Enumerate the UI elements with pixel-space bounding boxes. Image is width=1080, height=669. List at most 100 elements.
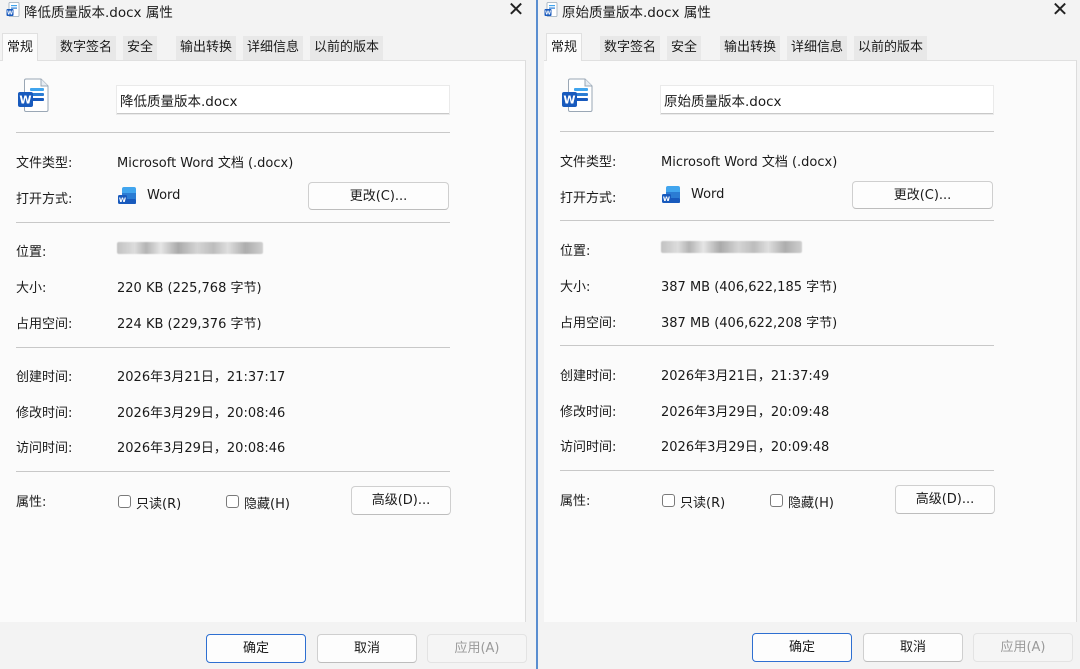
tab-general[interactable]: 常规 xyxy=(2,33,39,61)
tab-bar: 常规 数字签名 安全 输出转换 详细信息 以前的版本 xyxy=(544,33,1080,61)
hidden-checkbox[interactable] xyxy=(770,494,783,507)
file-type-label: 文件类型: xyxy=(16,156,73,171)
tab-digital-signatures[interactable]: 数字签名 xyxy=(56,36,117,60)
created-value: 2026年3月21日，21:37:49 xyxy=(661,369,830,384)
size-on-disk-value: 224 KB (229,376 字节) xyxy=(117,317,262,332)
svg-text:W: W xyxy=(663,195,670,203)
size-value: 220 KB (225,768 字节) xyxy=(117,281,262,296)
created-label: 创建时间: xyxy=(16,370,73,385)
modified-value: 2026年3月29日，20:09:48 xyxy=(661,405,830,420)
properties-dialog-left: W 降低质量版本.docx 属性 ✕ 常规 数字签名 安全 输出转换 详细信息 … xyxy=(0,0,536,669)
modified-value: 2026年3月29日，20:08:46 xyxy=(117,406,286,421)
attributes-label: 属性: xyxy=(560,494,591,509)
title-bar: W 原始质量版本.docx 属性 ✕ xyxy=(538,0,1080,22)
properties-dialog-right: W 原始质量版本.docx 属性 ✕ 常规 数字签名 安全 输出转换 详细信息 … xyxy=(538,0,1080,669)
svg-text:W: W xyxy=(545,11,551,17)
tab-bar: 常规 数字签名 安全 输出转换 详细信息 以前的版本 xyxy=(0,33,536,61)
open-with-label: 打开方式: xyxy=(560,191,617,206)
svg-text:W: W xyxy=(19,94,31,107)
accessed-label: 访问时间: xyxy=(16,441,73,456)
separator xyxy=(560,131,994,132)
size-label: 大小: xyxy=(560,280,591,295)
separator xyxy=(16,222,450,223)
open-with-app-name: Word xyxy=(147,188,181,203)
open-with-app-name: Word xyxy=(691,187,725,202)
word-app-icon: W xyxy=(118,187,136,204)
size-label: 大小: xyxy=(16,281,47,296)
tab-details[interactable]: 详细信息 xyxy=(243,36,304,60)
separator xyxy=(16,471,450,472)
svg-text:W: W xyxy=(563,94,575,107)
hidden-label: 隐藏(H) xyxy=(788,496,834,511)
modified-label: 修改时间: xyxy=(16,406,73,421)
separator xyxy=(560,345,994,346)
tab-security[interactable]: 安全 xyxy=(123,36,158,60)
ok-button[interactable]: 确定 xyxy=(752,633,852,662)
size-on-disk-value: 387 MB (406,622,208 字节) xyxy=(661,316,838,331)
location-label: 位置: xyxy=(560,244,591,259)
file-type-value: Microsoft Word 文档 (.docx) xyxy=(117,156,294,171)
apply-button[interactable]: 应用(A) xyxy=(973,633,1073,662)
apply-button[interactable]: 应用(A) xyxy=(427,634,527,663)
window-title: 降低质量版本.docx 属性 xyxy=(24,5,173,21)
size-value: 387 MB (406,622,185 字节) xyxy=(661,280,838,295)
tab-security[interactable]: 安全 xyxy=(667,36,702,60)
tab-digital-signatures[interactable]: 数字签名 xyxy=(600,36,661,60)
change-button[interactable]: 更改(C)... xyxy=(308,182,449,210)
readonly-checkbox[interactable] xyxy=(118,495,131,508)
word-document-icon: W xyxy=(544,2,558,17)
separator xyxy=(16,132,450,133)
created-label: 创建时间: xyxy=(560,369,617,384)
location-value-redacted xyxy=(117,242,263,254)
word-document-icon: W xyxy=(6,2,20,17)
separator xyxy=(560,470,994,471)
svg-text:W: W xyxy=(7,11,13,17)
cancel-button[interactable]: 取消 xyxy=(317,634,417,663)
title-bar: W 降低质量版本.docx 属性 ✕ xyxy=(0,0,536,22)
file-name-input[interactable] xyxy=(661,86,993,114)
readonly-checkbox[interactable] xyxy=(662,494,675,507)
close-icon[interactable]: ✕ xyxy=(1050,0,1070,19)
hidden-label: 隐藏(H) xyxy=(244,497,290,512)
advanced-button[interactable]: 高级(D)... xyxy=(351,486,451,515)
word-document-icon: W xyxy=(18,78,49,112)
window-title: 原始质量版本.docx 属性 xyxy=(562,5,711,21)
tab-output-conversion[interactable]: 输出转换 xyxy=(720,36,781,60)
ok-button[interactable]: 确定 xyxy=(206,634,306,663)
general-tab-panel: W 文件类型: Microsoft Word 文档 (.docx) 打开方式: … xyxy=(544,60,1077,623)
location-label: 位置: xyxy=(16,245,47,260)
word-document-icon: W xyxy=(562,78,593,112)
created-value: 2026年3月21日，21:37:17 xyxy=(117,370,286,385)
advanced-button[interactable]: 高级(D)... xyxy=(895,485,995,514)
tab-details[interactable]: 详细信息 xyxy=(787,36,848,60)
separator xyxy=(560,220,994,221)
file-type-label: 文件类型: xyxy=(560,155,617,170)
general-tab-panel: W 文件类型: Microsoft Word 文档 (.docx) 打开方式: … xyxy=(0,60,526,623)
accessed-label: 访问时间: xyxy=(560,440,617,455)
location-value-redacted xyxy=(661,241,802,253)
word-app-icon: W xyxy=(662,186,680,203)
svg-text:W: W xyxy=(119,196,126,204)
attributes-label: 属性: xyxy=(16,495,47,510)
tab-general[interactable]: 常规 xyxy=(546,33,583,61)
tab-output-conversion[interactable]: 输出转换 xyxy=(176,36,237,60)
cancel-button[interactable]: 取消 xyxy=(863,633,963,662)
size-on-disk-label: 占用空间: xyxy=(560,316,617,331)
accessed-value: 2026年3月29日，20:08:46 xyxy=(117,441,286,456)
tab-previous-versions[interactable]: 以前的版本 xyxy=(310,36,384,60)
accessed-value: 2026年3月29日，20:09:48 xyxy=(661,440,830,455)
file-name-input[interactable] xyxy=(117,86,449,114)
change-button[interactable]: 更改(C)... xyxy=(852,181,993,209)
size-on-disk-label: 占用空间: xyxy=(16,317,73,332)
hidden-checkbox[interactable] xyxy=(226,495,239,508)
modified-label: 修改时间: xyxy=(560,405,617,420)
dialog-button-bar: 确定 取消 应用(A) xyxy=(538,622,1080,669)
tab-previous-versions[interactable]: 以前的版本 xyxy=(854,36,928,60)
close-icon[interactable]: ✕ xyxy=(506,0,526,19)
readonly-label: 只读(R) xyxy=(680,496,726,511)
dialog-button-bar: 确定 取消 应用(A) xyxy=(0,622,536,669)
file-type-value: Microsoft Word 文档 (.docx) xyxy=(661,155,838,170)
open-with-label: 打开方式: xyxy=(16,192,73,207)
readonly-label: 只读(R) xyxy=(136,497,182,512)
separator xyxy=(16,347,450,348)
